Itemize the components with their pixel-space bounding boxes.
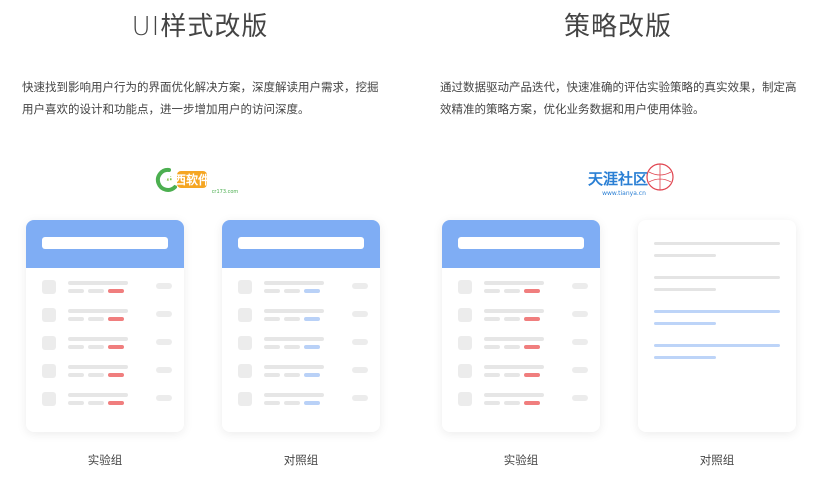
list-item <box>42 392 172 412</box>
logo-subtext: cr173.com <box>212 189 239 195</box>
list-item <box>458 364 588 384</box>
experiment-card <box>26 220 184 432</box>
control-card <box>638 220 796 432</box>
experiment-label: 实验组 <box>503 453 539 467</box>
text-line <box>654 254 716 257</box>
experiment-card <box>442 220 600 432</box>
control-card <box>222 220 380 432</box>
tianya-logo: 天涯社区 www.tianya.cn <box>588 163 674 197</box>
list-item <box>238 364 368 384</box>
ui-redesign-section: UI样式改版 快速找到影响用户行为的界面优化解决方案，深度解读用户需求，挖掘用户… <box>0 0 400 490</box>
text-line <box>654 288 716 291</box>
text-line <box>654 322 716 325</box>
list-item <box>42 364 172 384</box>
card-header <box>442 220 600 268</box>
text-line <box>654 356 716 359</box>
list-item <box>238 280 368 300</box>
experiment-label: 实验组 <box>87 453 123 467</box>
list-item <box>42 280 172 300</box>
card-header <box>222 220 380 268</box>
control-label: 对照组 <box>699 453 735 467</box>
header-bar <box>42 237 168 249</box>
list-item <box>238 392 368 412</box>
header-bar <box>238 237 364 249</box>
text-line <box>654 242 780 245</box>
logo-text: 西西软件园 <box>162 172 222 187</box>
list-item <box>458 280 588 300</box>
section-description: 通过数据驱动产品迭代，快速准确的评估实验策略的真实效果，制定高效精准的策略方案，… <box>440 80 797 116</box>
logo-text: 天涯社区 <box>588 170 648 188</box>
text-line <box>654 344 780 347</box>
strategy-redesign-section: 策略改版 通过数据驱动产品迭代，快速准确的评估实验策略的真实效果，制定高效精准的… <box>418 0 818 490</box>
list-item <box>42 336 172 356</box>
list-item <box>42 308 172 328</box>
header-bar <box>458 237 584 249</box>
text-line <box>654 310 780 313</box>
cnxi-logo: 西西软件园 cr173.com <box>155 167 239 195</box>
list-item <box>238 308 368 328</box>
list-item <box>458 392 588 412</box>
control-label: 对照组 <box>283 453 319 467</box>
list-item <box>458 336 588 356</box>
text-line <box>654 276 780 279</box>
list-item <box>458 308 588 328</box>
logo-subtext: www.tianya.cn <box>602 190 646 197</box>
list-item <box>238 336 368 356</box>
card-header <box>26 220 184 268</box>
section-title: UI样式改版 <box>131 12 269 42</box>
section-title: 策略改版 <box>563 12 672 42</box>
section-description: 快速找到影响用户行为的界面优化解决方案，深度解读用户需求，挖掘用户喜欢的设计和功… <box>22 80 379 116</box>
